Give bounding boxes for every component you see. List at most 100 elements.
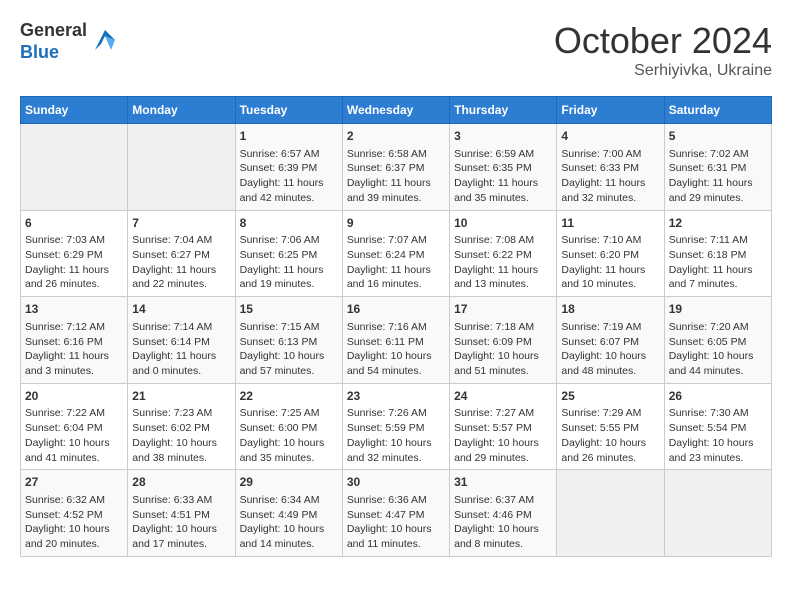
day-info: Sunrise: 7:00 AM (561, 147, 659, 162)
calendar-cell: 13Sunrise: 7:12 AMSunset: 6:16 PMDayligh… (21, 297, 128, 384)
header-day-thursday: Thursday (450, 97, 557, 124)
day-info: Daylight: 10 hours and 38 minutes. (132, 436, 230, 465)
day-info: Sunrise: 7:27 AM (454, 406, 552, 421)
day-info: Daylight: 10 hours and 26 minutes. (561, 436, 659, 465)
day-info: Sunrise: 6:34 AM (240, 493, 338, 508)
day-info: Sunrise: 7:20 AM (669, 320, 767, 335)
day-info: Sunset: 6:33 PM (561, 161, 659, 176)
calendar-cell: 18Sunrise: 7:19 AMSunset: 6:07 PMDayligh… (557, 297, 664, 384)
day-number: 19 (669, 301, 767, 318)
day-info: Daylight: 11 hours and 0 minutes. (132, 349, 230, 378)
day-number: 11 (561, 215, 659, 232)
day-info: Sunset: 6:00 PM (240, 421, 338, 436)
day-info: Sunrise: 7:11 AM (669, 233, 767, 248)
calendar-cell: 6Sunrise: 7:03 AMSunset: 6:29 PMDaylight… (21, 210, 128, 297)
day-info: Daylight: 10 hours and 17 minutes. (132, 522, 230, 551)
header-row: SundayMondayTuesdayWednesdayThursdayFrid… (21, 97, 772, 124)
day-info: Sunrise: 7:23 AM (132, 406, 230, 421)
calendar-cell: 12Sunrise: 7:11 AMSunset: 6:18 PMDayligh… (664, 210, 771, 297)
day-info: Sunset: 6:29 PM (25, 248, 123, 263)
day-info: Sunset: 6:20 PM (561, 248, 659, 263)
calendar-cell (557, 470, 664, 557)
day-info: Sunset: 6:22 PM (454, 248, 552, 263)
day-info: Daylight: 10 hours and 8 minutes. (454, 522, 552, 551)
day-info: Sunset: 6:39 PM (240, 161, 338, 176)
day-info: Sunset: 6:18 PM (669, 248, 767, 263)
day-number: 10 (454, 215, 552, 232)
calendar-cell: 15Sunrise: 7:15 AMSunset: 6:13 PMDayligh… (235, 297, 342, 384)
calendar-cell: 14Sunrise: 7:14 AMSunset: 6:14 PMDayligh… (128, 297, 235, 384)
calendar-cell (21, 124, 128, 211)
day-number: 23 (347, 388, 445, 405)
day-number: 24 (454, 388, 552, 405)
calendar-cell: 26Sunrise: 7:30 AMSunset: 5:54 PMDayligh… (664, 383, 771, 470)
calendar-cell (128, 124, 235, 211)
logo: General Blue (20, 20, 119, 63)
day-info: Daylight: 11 hours and 26 minutes. (25, 263, 123, 292)
day-info: Sunrise: 7:03 AM (25, 233, 123, 248)
day-info: Daylight: 10 hours and 11 minutes. (347, 522, 445, 551)
calendar-cell: 1Sunrise: 6:57 AMSunset: 6:39 PMDaylight… (235, 124, 342, 211)
calendar-cell (664, 470, 771, 557)
day-info: Sunrise: 7:26 AM (347, 406, 445, 421)
day-info: Sunrise: 6:36 AM (347, 493, 445, 508)
day-info: Sunset: 6:13 PM (240, 335, 338, 350)
day-info: Daylight: 10 hours and 20 minutes. (25, 522, 123, 551)
day-info: Sunset: 6:37 PM (347, 161, 445, 176)
month-title: October 2024 (554, 20, 772, 62)
day-info: Daylight: 10 hours and 54 minutes. (347, 349, 445, 378)
calendar-cell: 2Sunrise: 6:58 AMSunset: 6:37 PMDaylight… (342, 124, 449, 211)
day-info: Sunrise: 7:18 AM (454, 320, 552, 335)
day-number: 26 (669, 388, 767, 405)
calendar-cell: 5Sunrise: 7:02 AMSunset: 6:31 PMDaylight… (664, 124, 771, 211)
day-info: Daylight: 11 hours and 39 minutes. (347, 176, 445, 205)
day-number: 17 (454, 301, 552, 318)
week-row: 20Sunrise: 7:22 AMSunset: 6:04 PMDayligh… (21, 383, 772, 470)
day-info: Daylight: 11 hours and 42 minutes. (240, 176, 338, 205)
day-number: 28 (132, 474, 230, 491)
week-row: 13Sunrise: 7:12 AMSunset: 6:16 PMDayligh… (21, 297, 772, 384)
day-info: Sunrise: 7:19 AM (561, 320, 659, 335)
calendar-cell: 23Sunrise: 7:26 AMSunset: 5:59 PMDayligh… (342, 383, 449, 470)
calendar-cell: 17Sunrise: 7:18 AMSunset: 6:09 PMDayligh… (450, 297, 557, 384)
calendar-body: 1Sunrise: 6:57 AMSunset: 6:39 PMDaylight… (21, 124, 772, 557)
calendar-cell: 11Sunrise: 7:10 AMSunset: 6:20 PMDayligh… (557, 210, 664, 297)
day-info: Sunrise: 7:06 AM (240, 233, 338, 248)
day-info: Daylight: 10 hours and 48 minutes. (561, 349, 659, 378)
day-info: Sunrise: 7:10 AM (561, 233, 659, 248)
day-info: Sunset: 5:59 PM (347, 421, 445, 436)
day-info: Daylight: 11 hours and 32 minutes. (561, 176, 659, 205)
title-area: October 2024 Serhiyivka, Ukraine (554, 20, 772, 80)
day-info: Sunrise: 6:57 AM (240, 147, 338, 162)
day-info: Sunrise: 7:29 AM (561, 406, 659, 421)
day-info: Sunrise: 7:02 AM (669, 147, 767, 162)
day-info: Sunset: 6:25 PM (240, 248, 338, 263)
calendar-header: SundayMondayTuesdayWednesdayThursdayFrid… (21, 97, 772, 124)
day-number: 3 (454, 128, 552, 145)
calendar-cell: 4 Sunrise: 7:00 AMSunset: 6:33 PMDaylight… (557, 124, 664, 211)
day-info: Sunset: 4:46 PM (454, 508, 552, 523)
day-number: 25 (561, 388, 659, 405)
day-number: 6 (25, 215, 123, 232)
day-number: 16 (347, 301, 445, 318)
day-info: Sunset: 6:02 PM (132, 421, 230, 436)
calendar-cell: 27Sunrise: 6:32 AMSunset: 4:52 PMDayligh… (21, 470, 128, 557)
calendar-cell: 20Sunrise: 7:22 AMSunset: 6:04 PMDayligh… (21, 383, 128, 470)
day-number: 27 (25, 474, 123, 491)
day-number: 31 (454, 474, 552, 491)
day-info: Sunrise: 7:07 AM (347, 233, 445, 248)
day-info: Sunset: 6:16 PM (25, 335, 123, 350)
day-info: Sunrise: 7:14 AM (132, 320, 230, 335)
day-info: Sunset: 6:35 PM (454, 161, 552, 176)
calendar-cell: 29Sunrise: 6:34 AMSunset: 4:49 PMDayligh… (235, 470, 342, 557)
day-info: Daylight: 11 hours and 16 minutes. (347, 263, 445, 292)
day-info: Daylight: 10 hours and 32 minutes. (347, 436, 445, 465)
day-info: Daylight: 11 hours and 10 minutes. (561, 263, 659, 292)
day-number: 4 (561, 128, 659, 145)
day-info: Sunrise: 7:22 AM (25, 406, 123, 421)
calendar-cell: 7Sunrise: 7:04 AMSunset: 6:27 PMDaylight… (128, 210, 235, 297)
day-info: Sunrise: 6:37 AM (454, 493, 552, 508)
day-info: Daylight: 11 hours and 19 minutes. (240, 263, 338, 292)
day-info: Sunset: 5:54 PM (669, 421, 767, 436)
day-info: Sunset: 6:07 PM (561, 335, 659, 350)
